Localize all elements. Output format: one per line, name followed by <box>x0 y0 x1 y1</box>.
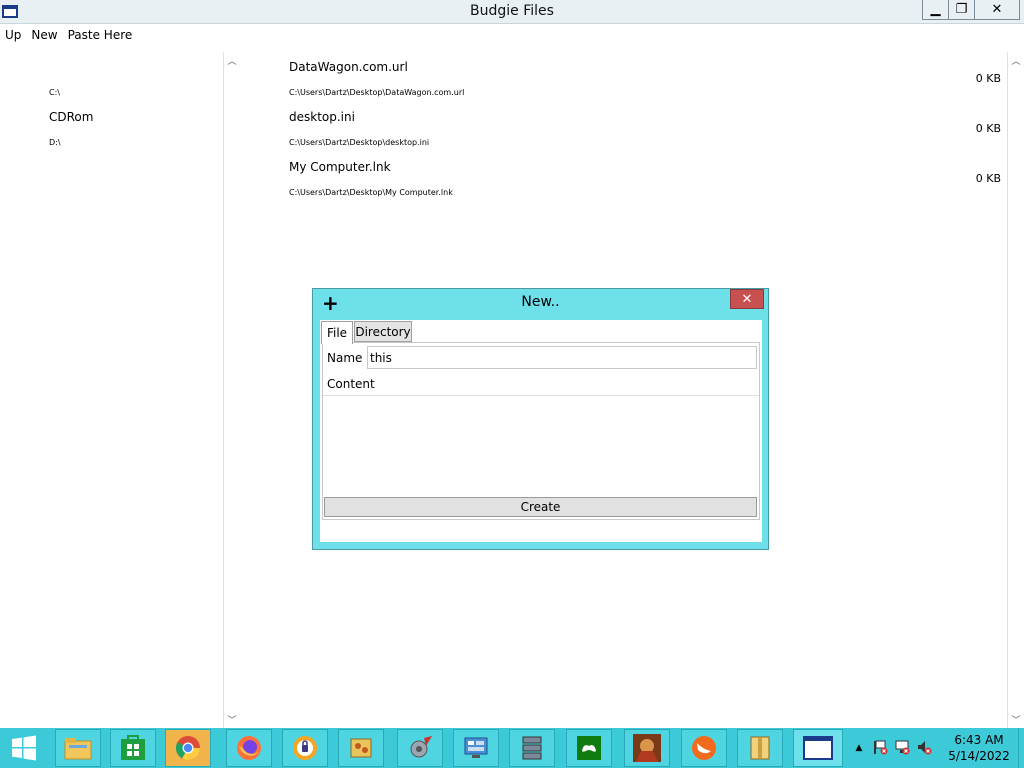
clock-time: 6:43 AM <box>954 733 1004 747</box>
dialog-body: Directory Name Content File Create <box>320 320 762 542</box>
scroll-down-arrow-icon[interactable]: ﹀ <box>224 711 240 728</box>
tab-directory[interactable]: Directory <box>354 321 412 342</box>
show-desktop-button[interactable] <box>1018 728 1024 768</box>
taskbar-clock[interactable]: 6:43 AM 5/14/2022 <box>944 732 1014 764</box>
window-titlebar: Budgie Files ▁ ❐ ✕ <box>0 0 1024 24</box>
system-tray: ▲ <box>852 728 932 768</box>
create-button[interactable]: Create <box>324 497 757 517</box>
file-item-name[interactable]: DataWagon.com.url <box>289 60 408 74</box>
minimize-button[interactable]: ▁ <box>922 0 949 20</box>
taskbar-xbox-icon[interactable] <box>566 729 612 767</box>
tray-network-icon[interactable] <box>894 739 910 758</box>
new-dialog: + New.. ✕ Directory Name Content File Cr… <box>312 288 769 550</box>
file-item-name[interactable]: My Computer.lnk <box>289 160 391 174</box>
file-item-path: C:\Users\Dartz\Desktop\desktop.ini <box>289 138 430 147</box>
taskbar-chrome-icon[interactable] <box>165 729 211 767</box>
file-item-path: C:\Users\Dartz\Desktop\DataWagon.com.url <box>289 88 465 97</box>
taskbar: ▲ 6:43 AM 5/14/2022 <box>0 728 1024 768</box>
taskbar-game-icon[interactable] <box>624 729 670 767</box>
name-input[interactable] <box>367 346 757 369</box>
taskbar-firefox-icon[interactable] <box>226 729 272 767</box>
scroll-down-arrow-icon[interactable]: ﹀ <box>1008 711 1024 728</box>
file-item-size: 0 KB <box>975 172 1001 185</box>
menu-new[interactable]: New <box>26 28 62 46</box>
tray-flag-icon[interactable] <box>872 739 888 758</box>
tab-file[interactable]: File <box>321 321 353 344</box>
window-title: Budgie Files <box>470 3 554 19</box>
clock-date: 5/14/2022 <box>948 749 1010 763</box>
taskbar-app-tools-icon[interactable] <box>338 729 384 767</box>
taskbar-control-panel-icon[interactable] <box>453 729 499 767</box>
taskbar-server-manager-icon[interactable] <box>509 729 555 767</box>
drive-item-cdrom-path[interactable]: D:\ <box>49 138 61 147</box>
dialog-title: New.. <box>521 294 560 310</box>
taskbar-swift-icon[interactable] <box>681 729 727 767</box>
taskbar-budgie-files-icon[interactable] <box>793 729 843 767</box>
file-item-name[interactable]: desktop.ini <box>289 110 355 124</box>
tab-panel-file: Name Content <box>322 342 760 520</box>
menu-up[interactable]: Up <box>0 28 26 46</box>
tray-volume-icon[interactable] <box>916 739 932 758</box>
drive-item-cdrom-name[interactable]: CDRom <box>49 110 93 124</box>
restore-button[interactable]: ❐ <box>948 0 975 20</box>
scroll-up-arrow-icon[interactable]: ︿ <box>224 52 240 69</box>
file-list-scrollbar[interactable]: ︿ ﹀ <box>1007 52 1024 728</box>
taskbar-archive-icon[interactable] <box>737 729 783 767</box>
taskbar-store-icon[interactable] <box>110 729 156 767</box>
name-label: Name <box>327 351 363 365</box>
drive-item-c-path[interactable]: C:\ <box>49 88 60 97</box>
file-item-size: 0 KB <box>975 122 1001 135</box>
content-label: Content <box>327 377 375 391</box>
taskbar-avast-browser-icon[interactable] <box>282 729 328 767</box>
menu-bar: Up New Paste Here <box>0 28 137 46</box>
windows-logo-icon <box>12 735 36 761</box>
dialog-close-button[interactable]: ✕ <box>730 289 764 309</box>
content-textarea[interactable] <box>323 395 759 495</box>
close-button[interactable]: ✕ <box>974 0 1020 20</box>
tray-overflow-arrow-icon[interactable]: ▲ <box>852 743 866 753</box>
drive-list-scrollbar[interactable]: ︿ ﹀ <box>223 52 240 728</box>
taskbar-settings-tool-icon[interactable] <box>397 729 443 767</box>
file-item-path: C:\Users\Dartz\Desktop\My Computer.lnk <box>289 188 453 197</box>
menu-paste-here[interactable]: Paste Here <box>63 28 138 46</box>
file-item-size: 0 KB <box>975 72 1001 85</box>
scroll-up-arrow-icon[interactable]: ︿ <box>1008 52 1024 69</box>
taskbar-file-explorer-icon[interactable] <box>55 729 101 767</box>
start-button[interactable] <box>4 734 44 762</box>
